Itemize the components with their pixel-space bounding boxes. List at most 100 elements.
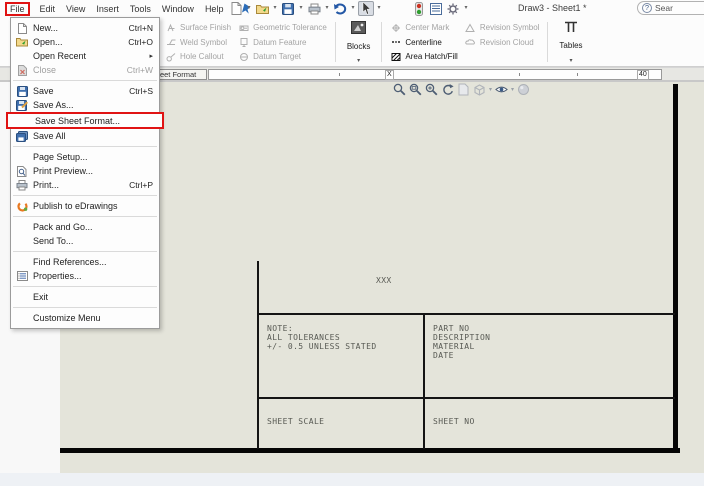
- dropdown-caret-icon[interactable]: ▾: [297, 1, 305, 16]
- dropdown-caret-icon[interactable]: ▾: [357, 58, 360, 64]
- menu-item-close[interactable]: Close Ctrl+W: [11, 63, 159, 77]
- rotate-view-icon[interactable]: [441, 83, 454, 96]
- blocks-button[interactable]: Blocks ▾: [344, 19, 374, 65]
- dropdown-caret-icon[interactable]: ▾: [349, 1, 357, 16]
- datum-feature-button[interactable]: Datum Feature: [238, 36, 327, 49]
- menu-item-print-preview[interactable]: Print Preview...: [11, 164, 159, 178]
- menu-item-save-sheet-format[interactable]: Save Sheet Format...: [6, 112, 164, 129]
- info-line: DATE: [433, 351, 454, 360]
- ruler-mark-40: 40: [637, 70, 649, 80]
- menu-item-label: Save All: [33, 131, 66, 141]
- menu-item-publish-edrawings[interactable]: Publish to eDrawings: [11, 199, 159, 213]
- button-label: Datum Target: [253, 52, 302, 61]
- zoom-fit-icon[interactable]: [393, 83, 406, 96]
- heads-up-view-toolbar: ▾ ▾: [393, 83, 530, 96]
- menu-separator: [13, 251, 157, 252]
- file-menu-dropdown: New... Ctrl+N Open... Ctrl+O Open Recent…: [6, 17, 164, 329]
- button-label: Centerline: [405, 37, 442, 47]
- info-line: PART NO: [433, 324, 470, 333]
- zoom-area-icon[interactable]: [409, 83, 422, 96]
- surface-finish-button[interactable]: Surface Finish: [165, 21, 231, 34]
- annotation-group-symbols: Surface Finish Weld Symbol Hole Callout: [165, 19, 231, 65]
- ruler: X 40: [208, 69, 662, 80]
- menu-edit[interactable]: Edit: [39, 3, 57, 15]
- task-pane-icon[interactable]: [428, 1, 444, 16]
- solidworks-window: XXX NOTE: ALL TOLERANCES +/- 0.5 UNLESS …: [0, 0, 704, 486]
- menu-item-save-as[interactable]: Save As...: [11, 98, 159, 112]
- menu-item-customize-menu[interactable]: Customize Menu: [11, 311, 159, 325]
- menu-window[interactable]: Window: [161, 3, 195, 15]
- note-line: NOTE:: [267, 324, 294, 333]
- menu-item-label: Print...: [33, 180, 60, 190]
- dropdown-caret-icon[interactable]: ▾: [323, 1, 331, 16]
- revision-cloud-button[interactable]: Revision Cloud: [465, 36, 540, 49]
- area-hatch-fill-button[interactable]: Area Hatch/Fill: [390, 50, 458, 63]
- menu-item-find-references[interactable]: Find References...: [11, 255, 159, 269]
- open-folder-icon: [15, 36, 29, 48]
- geometric-tolerance-button[interactable]: Geometric Tolerance: [238, 21, 327, 34]
- menu-tools[interactable]: Tools: [129, 3, 152, 15]
- menu-item-shortcut: Ctrl+S: [129, 86, 153, 96]
- menu-item-new[interactable]: New... Ctrl+N: [11, 21, 159, 35]
- hole-callout-button[interactable]: Hole Callout: [165, 50, 231, 63]
- menu-item-save-all[interactable]: Save All: [11, 129, 159, 143]
- centerline-button[interactable]: Centerline: [390, 36, 457, 49]
- dropdown-caret-icon[interactable]: ▾: [511, 86, 514, 93]
- standard-toolbar: ▾ ▾ ▾ ▾ ▾ ▾ ▾: [228, 1, 470, 16]
- sheet-properties-icon[interactable]: [457, 83, 470, 96]
- menu-view[interactable]: View: [65, 3, 86, 15]
- view-orientation-icon[interactable]: [473, 83, 486, 96]
- menu-item-open[interactable]: Open... Ctrl+O: [11, 35, 159, 49]
- menu-item-send-to[interactable]: Send To...: [11, 234, 159, 248]
- appearance-sphere-icon[interactable]: [517, 83, 530, 96]
- dropdown-caret-icon[interactable]: ▾: [271, 1, 279, 16]
- dropdown-caret-icon[interactable]: ▾: [245, 1, 253, 16]
- menu-item-label: Customize Menu: [33, 313, 101, 323]
- hide-show-items-icon[interactable]: [495, 83, 508, 96]
- menu-item-label: Properties...: [33, 271, 82, 281]
- annotation-group-revision: Revision Symbol Revision Cloud: [465, 19, 540, 65]
- dropdown-caret-icon[interactable]: ▾: [489, 86, 492, 93]
- menu-item-pack-and-go[interactable]: Pack and Go...: [11, 220, 159, 234]
- dropdown-caret-icon[interactable]: ▾: [375, 1, 383, 16]
- toolbar-separator: [547, 22, 549, 62]
- dropdown-caret-icon[interactable]: ▾: [569, 58, 572, 64]
- revision-symbol-icon: [465, 22, 476, 33]
- menu-insert[interactable]: Insert: [95, 3, 120, 15]
- help-search-box[interactable]: ? Sear: [637, 1, 704, 15]
- new-document-icon: [15, 22, 29, 34]
- save-as-icon: [15, 99, 29, 111]
- menu-item-print[interactable]: Print... Ctrl+P: [11, 178, 159, 192]
- menu-item-label: Pack and Go...: [33, 222, 93, 232]
- menu-item-open-recent[interactable]: Open Recent ▸: [11, 49, 159, 63]
- select-tool-icon[interactable]: [358, 1, 374, 16]
- zoom-in-out-icon[interactable]: [425, 83, 438, 96]
- button-label: Blocks: [346, 41, 371, 51]
- properties-icon: [15, 270, 29, 282]
- tables-button[interactable]: Tables ▾: [556, 19, 585, 65]
- save-icon: [15, 85, 29, 97]
- print-icon[interactable]: [306, 1, 322, 16]
- menu-item-properties[interactable]: Properties...: [11, 269, 159, 283]
- menu-item-page-setup[interactable]: Page Setup...: [11, 150, 159, 164]
- menu-separator: [13, 286, 157, 287]
- open-document-icon[interactable]: [254, 1, 270, 16]
- menu-item-exit[interactable]: Exit: [11, 290, 159, 304]
- menu-separator: [13, 307, 157, 308]
- revision-symbol-button[interactable]: Revision Symbol: [465, 21, 539, 34]
- new-document-icon[interactable]: [228, 1, 244, 16]
- options-gear-icon[interactable]: [445, 1, 461, 16]
- datum-target-button[interactable]: Datum Target: [238, 50, 327, 63]
- menu-help[interactable]: Help: [204, 3, 225, 15]
- no-icon: [15, 256, 29, 268]
- undo-icon[interactable]: [332, 1, 348, 16]
- rebuild-traffic-light-icon[interactable]: [411, 1, 427, 16]
- dropdown-caret-icon[interactable]: ▾: [462, 1, 470, 16]
- menu-item-save[interactable]: Save Ctrl+S: [11, 84, 159, 98]
- save-icon[interactable]: [280, 1, 296, 16]
- menu-file[interactable]: File: [5, 1, 30, 16]
- button-label: Area Hatch/Fill: [405, 52, 458, 61]
- weld-symbol-button[interactable]: Weld Symbol: [165, 36, 231, 49]
- center-mark-button[interactable]: Center Mark: [390, 21, 457, 34]
- titleblock-note: NOTE: ALL TOLERANCES +/- 0.5 UNLESS STAT…: [267, 324, 377, 351]
